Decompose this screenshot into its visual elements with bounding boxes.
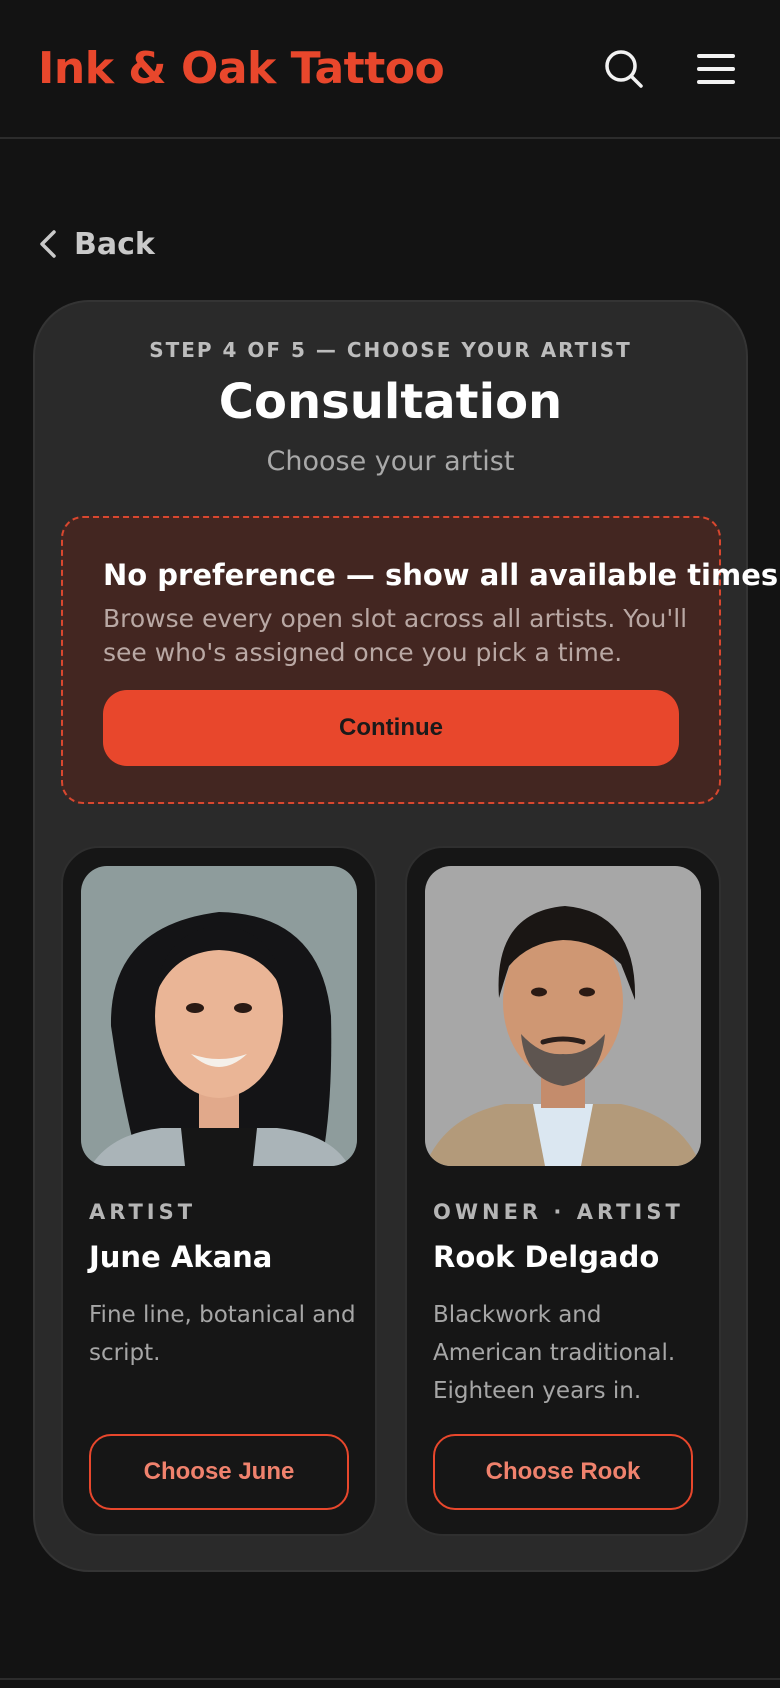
chevron-left-icon (40, 230, 56, 258)
artist-bio: Fine line, botanical and script. (89, 1302, 356, 1366)
artist-card-rook: OWNER · ARTIST Rook Delgado Blackwork an… (405, 846, 721, 1536)
page-subtitle: Choose your artist (266, 446, 515, 477)
no-preference-panel: No preference — show all available times… (61, 516, 778, 804)
artist-card-june: ARTIST June Akana Fine line, botanical a… (61, 846, 377, 1536)
artist-role: ARTIST (89, 1200, 197, 1224)
no-preference-description: Browse every open slot across all artist… (103, 604, 688, 667)
artist-name: June Akana (89, 1240, 273, 1274)
menu-button[interactable] (690, 43, 742, 95)
booking-card: STEP 4 OF 5 — CHOOSE YOUR ARTIST Consult… (33, 300, 778, 1572)
choose-june-button[interactable]: Choose June (89, 1434, 349, 1510)
hamburger-menu-icon (697, 53, 735, 84)
step-indicator: STEP 4 OF 5 — CHOOSE YOUR ARTIST (149, 338, 632, 362)
artist-role: OWNER · ARTIST (433, 1200, 684, 1224)
artist-photo-rook (425, 866, 701, 1166)
search-button[interactable] (598, 43, 650, 95)
continue-button[interactable]: Continue (103, 690, 679, 766)
artist-name: Rook Delgado (433, 1240, 660, 1274)
artist-bio: Blackwork and American traditional. Eigh… (433, 1302, 676, 1404)
back-link[interactable]: Back (36, 222, 155, 266)
no-preference-title: No preference — show all available times (103, 558, 779, 592)
footer-divider (0, 1678, 780, 1680)
site-header: Ink & Oak Tattoo (0, 0, 780, 139)
brand-logo-text[interactable]: Ink & Oak Tattoo (38, 43, 558, 94)
page-title: Consultation (218, 374, 563, 430)
artist-photo-june (81, 866, 357, 1166)
back-label: Back (74, 226, 155, 262)
choose-rook-button[interactable]: Choose Rook (433, 1434, 693, 1510)
search-icon (605, 49, 643, 88)
